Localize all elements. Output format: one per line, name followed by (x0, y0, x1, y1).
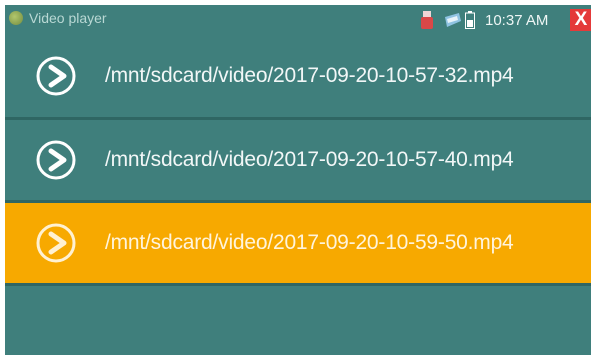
close-icon: X (574, 9, 588, 30)
file-row[interactable]: /mnt/sdcard/video/2017-09-20-10-57-40.mp… (5, 120, 591, 203)
play-icon[interactable] (35, 55, 77, 97)
usb-icon (421, 11, 433, 29)
video-file-list: /mnt/sdcard/video/2017-09-20-10-57-32.mp… (5, 35, 591, 286)
play-icon[interactable] (35, 222, 77, 264)
close-button[interactable]: X (570, 9, 591, 31)
app-icon (9, 11, 23, 25)
file-path: /mnt/sdcard/video/2017-09-20-10-57-40.mp… (105, 148, 514, 171)
battery-icon (465, 11, 475, 29)
video-player-screen: Video player 10:37 AM X /mnt/sdcard/vide… (5, 5, 591, 355)
file-path: /mnt/sdcard/video/2017-09-20-10-57-32.mp… (105, 64, 514, 87)
file-row[interactable]: /mnt/sdcard/video/2017-09-20-10-57-32.mp… (5, 35, 591, 120)
app-title: Video player (29, 10, 107, 26)
sd-card-icon (445, 13, 461, 27)
play-icon[interactable] (35, 139, 77, 181)
clock: 10:37 AM (485, 12, 549, 29)
file-path: /mnt/sdcard/video/2017-09-20-10-59-50.mp… (105, 231, 514, 254)
file-row-selected[interactable]: /mnt/sdcard/video/2017-09-20-10-59-50.mp… (5, 203, 591, 286)
status-bar: Video player 10:37 AM X (5, 5, 591, 35)
